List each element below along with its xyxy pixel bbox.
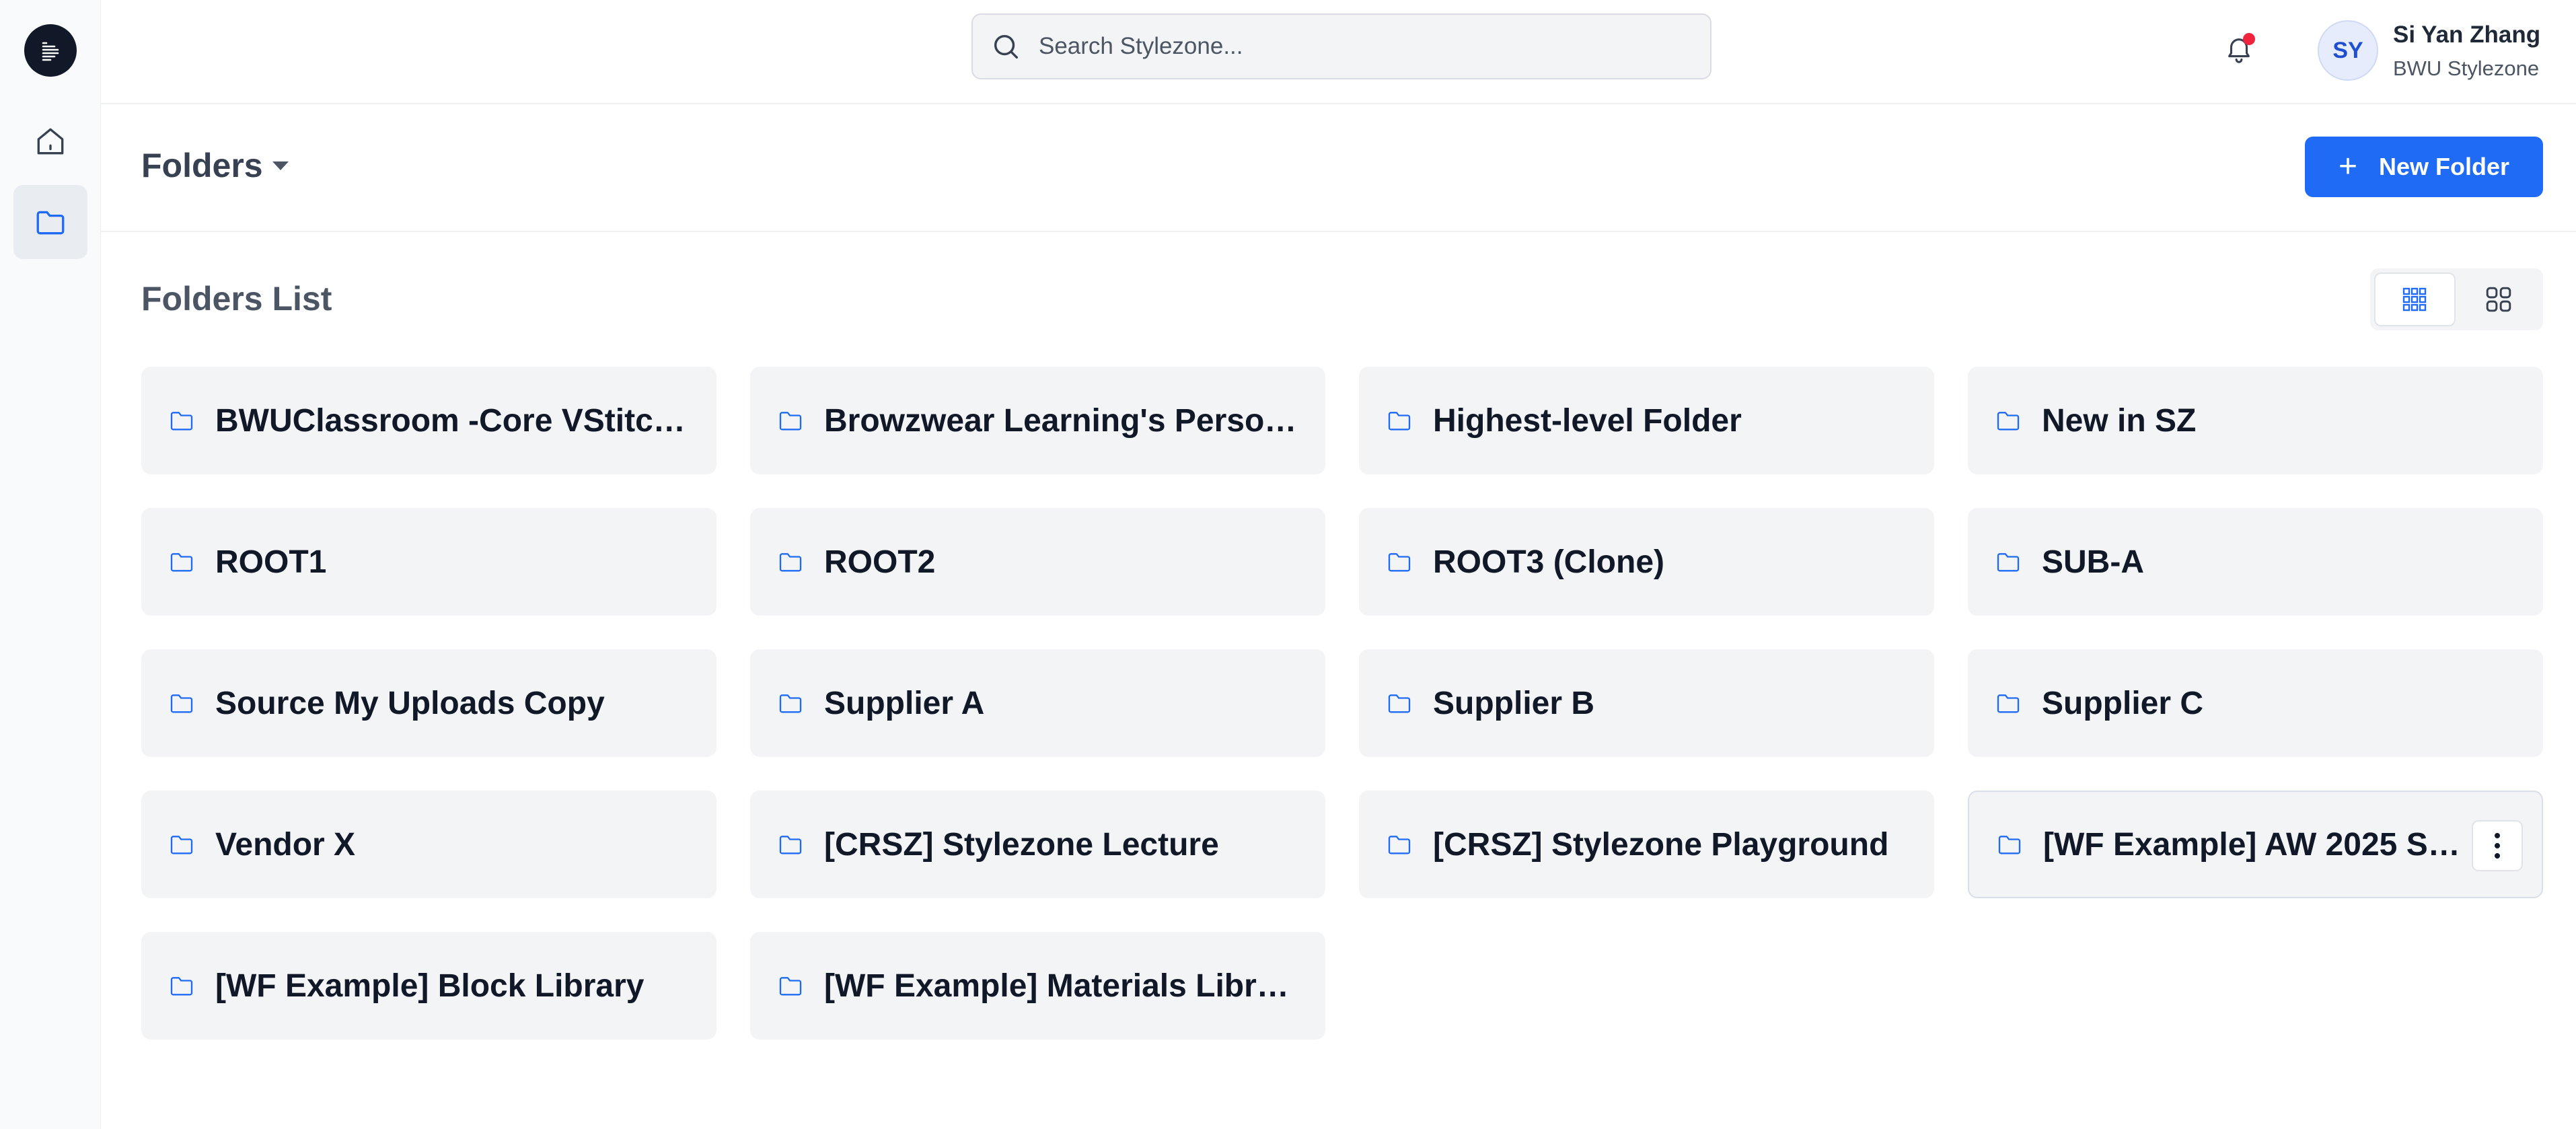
grid-compact-icon (2403, 287, 2427, 312)
folder-card[interactable]: Supplier B (1359, 649, 1934, 757)
page-title-dropdown[interactable]: Folders (141, 146, 289, 185)
folder-icon (777, 548, 804, 575)
folder-name: ROOT3 (Clone) (1433, 544, 1664, 580)
home-icon (37, 128, 64, 155)
new-folder-button[interactable]: + New Folder (2305, 137, 2543, 197)
folder-icon (1386, 407, 1413, 434)
view-toggle (2370, 268, 2543, 330)
page-header: Folders + New Folder (101, 104, 2576, 232)
folder-card[interactable]: ROOT2 (750, 508, 1325, 616)
folder-card[interactable]: Vendor X (141, 791, 716, 898)
folders-list-title: Folders List (141, 280, 332, 318)
top-bar: SY Si Yan Zhang BWU Stylezone (101, 0, 2576, 104)
grid-large-icon (2486, 287, 2511, 312)
folder-icon (777, 690, 804, 717)
folders-grid: BWUClassroom -Core VStitcher Browzwear L… (141, 367, 2543, 1040)
folder-name: Vendor X (215, 826, 356, 863)
search-input[interactable] (1037, 32, 1683, 61)
folder-name: Browzwear Learning's Personal Folder (824, 402, 1298, 439)
folder-card[interactable]: Browzwear Learning's Personal Folder (750, 367, 1325, 474)
folder-card[interactable]: BWUClassroom -Core VStitcher (141, 367, 716, 474)
folder-card[interactable]: ROOT3 (Clone) (1359, 508, 1934, 616)
folder-icon (1996, 831, 2023, 858)
folder-card[interactable]: SUB-A (1968, 508, 2543, 616)
folder-name: Supplier B (1433, 685, 1595, 721)
kebab-dot (2495, 853, 2500, 859)
kebab-dot (2495, 843, 2500, 848)
sidebar-item-folders[interactable] (13, 185, 87, 259)
folder-card[interactable]: ROOT1 (141, 508, 716, 616)
page-title: Folders (141, 147, 263, 184)
kebab-dot (2495, 833, 2500, 838)
folder-card[interactable]: [WF Example] AW 2025 Styles (1968, 791, 2543, 898)
folder-name: Supplier C (2042, 685, 2204, 721)
folder-icon (777, 831, 804, 858)
folder-icon (777, 972, 804, 999)
folder-icon (1995, 548, 2022, 575)
app-logo[interactable] (24, 24, 77, 77)
folder-name: [CRSZ] Stylezone Playground (1433, 826, 1889, 863)
folder-name: [WF Example] Block Library (215, 968, 645, 1004)
caret-down-icon (272, 161, 289, 170)
folder-card[interactable]: Supplier A (750, 649, 1325, 757)
folder-name: BWUClassroom -Core VStitcher (215, 402, 690, 439)
folder-icon (1386, 831, 1413, 858)
sidebar-item-home[interactable] (13, 104, 87, 178)
notification-badge (2243, 33, 2255, 45)
sidebar (0, 0, 101, 1129)
folder-card[interactable]: [WF Example] Materials Library (750, 932, 1325, 1040)
search-box[interactable] (971, 13, 1712, 79)
folder-icon (777, 407, 804, 434)
folder-name: [CRSZ] Stylezone Lecture (824, 826, 1219, 863)
folder-name: ROOT1 (215, 544, 327, 580)
folder-card[interactable]: [WF Example] Block Library (141, 932, 716, 1040)
folder-name: Supplier A (824, 685, 985, 721)
folder-icon (1386, 548, 1413, 575)
user-org: BWU Stylezone (2393, 57, 2540, 80)
folder-icon (36, 211, 65, 235)
logo-icon (42, 42, 59, 61)
folder-card[interactable]: Source My Uploads Copy (141, 649, 716, 757)
folder-icon (1995, 407, 2022, 434)
avatar[interactable]: SY (2318, 20, 2378, 81)
search-icon (994, 34, 1019, 59)
folder-name: ROOT2 (824, 544, 936, 580)
folder-card[interactable]: [CRSZ] Stylezone Playground (1359, 791, 1934, 898)
folder-icon (1995, 690, 2022, 717)
more-options-button[interactable] (2472, 820, 2523, 871)
folder-icon (168, 548, 195, 575)
user-name: Si Yan Zhang (2393, 22, 2541, 48)
folder-name: SUB-A (2042, 544, 2144, 580)
compact-grid-view-button[interactable] (2374, 272, 2456, 326)
plus-icon: + (2338, 149, 2357, 184)
large-grid-view-button[interactable] (2458, 272, 2539, 326)
new-folder-label: New Folder (2379, 153, 2510, 180)
folder-icon (168, 972, 195, 999)
notifications-button[interactable] (2219, 30, 2259, 70)
folder-card[interactable]: [CRSZ] Stylezone Lecture (750, 791, 1325, 898)
folder-name: New in SZ (2042, 402, 2197, 439)
folder-icon (168, 407, 195, 434)
folder-name: [WF Example] Materials Library (824, 968, 1298, 1004)
folder-name: Highest-level Folder (1433, 402, 1742, 439)
folder-name: Source My Uploads Copy (215, 685, 605, 721)
folder-card[interactable]: New in SZ (1968, 367, 2543, 474)
folder-name: [WF Example] AW 2025 Styles (2043, 826, 2460, 863)
folder-icon (1386, 690, 1413, 717)
folder-card[interactable]: Highest-level Folder (1359, 367, 1934, 474)
folder-icon (168, 690, 195, 717)
folder-icon (168, 831, 195, 858)
folder-card[interactable]: Supplier C (1968, 649, 2543, 757)
